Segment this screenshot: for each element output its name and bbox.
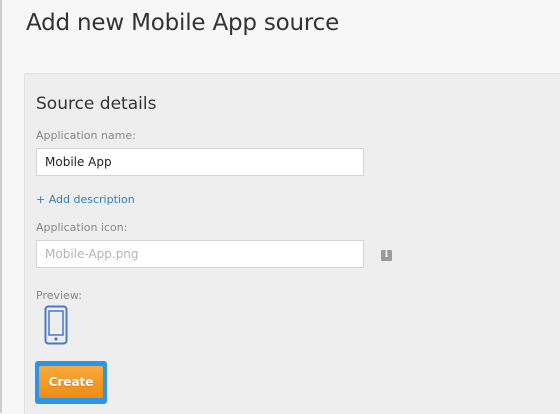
app-name-input[interactable] [36, 148, 364, 176]
add-description-link[interactable]: + Add description [36, 193, 135, 206]
page-title: Add new Mobile App source [26, 10, 340, 36]
app-icon-input[interactable] [36, 240, 364, 268]
app-name-label: Application name: [36, 129, 136, 142]
window-left-border [0, 0, 2, 413]
info-icon[interactable]: i [381, 250, 392, 261]
source-details-panel: Source details Application name: + Add d… [24, 73, 560, 414]
create-button[interactable]: Create [39, 366, 103, 398]
mobile-phone-icon [44, 305, 68, 345]
preview-label: Preview: [36, 289, 82, 302]
app-icon-label: Application icon: [36, 221, 128, 234]
create-button-focus-ring: Create [35, 361, 107, 404]
section-title: Source details [36, 94, 157, 114]
